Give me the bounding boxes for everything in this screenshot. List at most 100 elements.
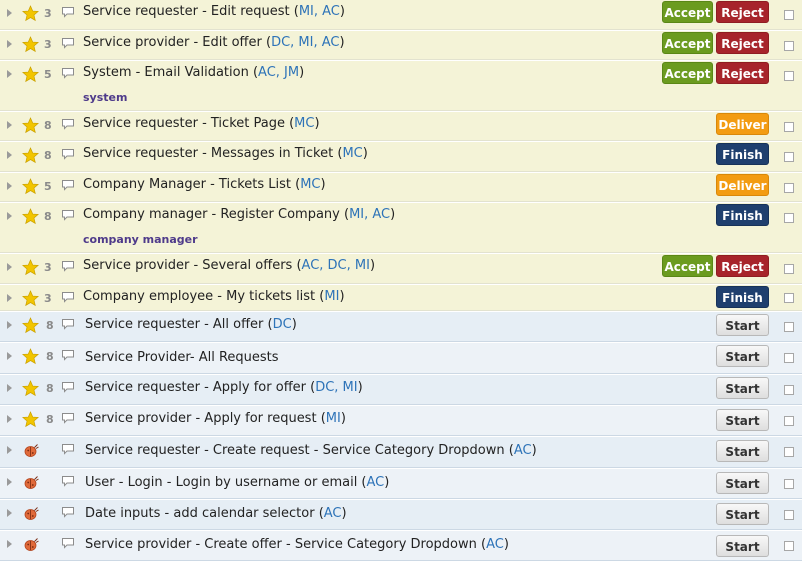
select-checkbox[interactable] xyxy=(784,353,794,363)
comment-icon[interactable] xyxy=(61,291,75,303)
story-row[interactable]: 5 System - Email Validation (AC, JM) sys… xyxy=(0,61,802,111)
story-label[interactable]: company manager xyxy=(83,233,198,246)
select-checkbox[interactable] xyxy=(784,510,794,520)
select-checkbox[interactable] xyxy=(784,293,794,303)
story-row[interactable]: 8 Service Provider- All Requests Start xyxy=(0,343,802,374)
story-title[interactable]: Service provider - Edit offer (DC, MI, A… xyxy=(83,35,345,50)
select-checkbox[interactable] xyxy=(784,416,794,426)
deliver-button[interactable]: Deliver xyxy=(716,174,769,196)
select-checkbox[interactable] xyxy=(784,541,794,551)
start-button[interactable]: Start xyxy=(716,314,769,336)
owner-tags[interactable]: DC, MI, AC xyxy=(271,35,339,50)
story-title[interactable]: Service provider - Apply for request (MI… xyxy=(85,411,346,426)
expand-arrow-icon[interactable] xyxy=(7,263,12,271)
story-row[interactable]: 3 Service requester - Edit request (MI, … xyxy=(0,0,802,30)
start-button[interactable]: Start xyxy=(716,472,769,494)
reject-button[interactable]: Reject xyxy=(716,32,769,54)
story-title[interactable]: Service requester - Create request - Ser… xyxy=(85,443,537,458)
select-checkbox[interactable] xyxy=(784,479,794,489)
owner-tags[interactable]: AC xyxy=(324,506,342,521)
comment-icon[interactable] xyxy=(61,537,75,549)
comment-icon[interactable] xyxy=(61,506,75,518)
comment-icon[interactable] xyxy=(61,349,75,361)
story-row[interactable]: 8 Service requester - Ticket Page (MC) D… xyxy=(0,112,802,141)
comment-icon[interactable] xyxy=(61,412,75,424)
story-title[interactable]: Service provider - Create offer - Servic… xyxy=(85,537,509,552)
story-row[interactable]: 3 Service provider - Edit offer (DC, MI,… xyxy=(0,31,802,60)
accept-button[interactable]: Accept xyxy=(662,255,713,277)
deliver-button[interactable]: Deliver xyxy=(716,113,769,135)
expand-arrow-icon[interactable] xyxy=(7,415,12,423)
story-title[interactable]: Service requester - Apply for offer (DC,… xyxy=(85,380,363,395)
story-row[interactable]: Date inputs - add calendar selector (AC)… xyxy=(0,500,802,530)
story-title[interactable]: Service requester - Messages in Ticket (… xyxy=(83,146,368,161)
expand-arrow-icon[interactable] xyxy=(7,9,12,17)
finish-button[interactable]: Finish xyxy=(716,204,769,226)
story-title[interactable]: Company Manager - Tickets List (MC) xyxy=(83,177,326,192)
reject-button[interactable]: Reject xyxy=(716,255,769,277)
finish-button[interactable]: Finish xyxy=(716,143,769,165)
expand-arrow-icon[interactable] xyxy=(7,294,12,302)
expand-arrow-icon[interactable] xyxy=(7,509,12,517)
select-checkbox[interactable] xyxy=(784,183,794,193)
start-button[interactable]: Start xyxy=(716,345,769,367)
story-title[interactable]: Service Provider- All Requests xyxy=(85,350,279,365)
story-title[interactable]: Service requester - Edit request (MI, AC… xyxy=(83,4,345,19)
expand-arrow-icon[interactable] xyxy=(7,70,12,78)
story-title[interactable]: Company employee - My tickets list (MI) xyxy=(83,289,345,304)
accept-button[interactable]: Accept xyxy=(662,62,713,84)
owner-tags[interactable]: MC xyxy=(294,116,314,131)
comment-icon[interactable] xyxy=(61,67,75,79)
expand-arrow-icon[interactable] xyxy=(7,478,12,486)
owner-tags[interactable]: MI, AC xyxy=(349,207,390,222)
owner-tags[interactable]: MC xyxy=(342,146,362,161)
start-button[interactable]: Start xyxy=(716,440,769,462)
finish-button[interactable]: Finish xyxy=(716,286,769,308)
story-title[interactable]: User - Login - Login by username or emai… xyxy=(85,475,389,490)
story-row[interactable]: 8 Service requester - Messages in Ticket… xyxy=(0,142,802,172)
comment-icon[interactable] xyxy=(61,148,75,160)
owner-tags[interactable]: AC xyxy=(367,475,385,490)
expand-arrow-icon[interactable] xyxy=(7,121,12,129)
comment-icon[interactable] xyxy=(61,37,75,49)
owner-tags[interactable]: DC, MI xyxy=(315,380,357,395)
start-button[interactable]: Start xyxy=(716,535,769,557)
reject-button[interactable]: Reject xyxy=(716,1,769,23)
select-checkbox[interactable] xyxy=(784,322,794,332)
story-title[interactable]: Company manager - Register Company (MI, … xyxy=(83,207,395,222)
story-row[interactable]: 5 Company Manager - Tickets List (MC) De… xyxy=(0,173,802,202)
select-checkbox[interactable] xyxy=(784,264,794,274)
select-checkbox[interactable] xyxy=(784,385,794,395)
owner-tags[interactable]: AC, DC, MI xyxy=(302,258,370,273)
expand-arrow-icon[interactable] xyxy=(7,212,12,220)
owner-tags[interactable]: AC, JM xyxy=(258,65,299,80)
story-title[interactable]: Service provider - Several offers (AC, D… xyxy=(83,258,375,273)
expand-arrow-icon[interactable] xyxy=(7,321,12,329)
story-title[interactable]: Service requester - Ticket Page (MC) xyxy=(83,116,320,131)
comment-icon[interactable] xyxy=(61,6,75,18)
select-checkbox[interactable] xyxy=(784,122,794,132)
expand-arrow-icon[interactable] xyxy=(7,40,12,48)
comment-icon[interactable] xyxy=(61,475,75,487)
expand-arrow-icon[interactable] xyxy=(7,151,12,159)
owner-tags[interactable]: MI, AC xyxy=(299,4,340,19)
start-button[interactable]: Start xyxy=(716,409,769,431)
story-row[interactable]: 8 Service requester - Apply for offer (D… xyxy=(0,375,802,405)
accept-button[interactable]: Accept xyxy=(662,32,713,54)
comment-icon[interactable] xyxy=(61,260,75,272)
story-title[interactable]: Service requester - All offer (DC) xyxy=(85,317,297,332)
reject-button[interactable]: Reject xyxy=(716,62,769,84)
owner-tags[interactable]: MI xyxy=(326,411,341,426)
expand-arrow-icon[interactable] xyxy=(7,446,12,454)
start-button[interactable]: Start xyxy=(716,503,769,525)
story-row[interactable]: 3 Company employee - My tickets list (MI… xyxy=(0,285,802,311)
select-checkbox[interactable] xyxy=(784,447,794,457)
story-title[interactable]: System - Email Validation (AC, JM) xyxy=(83,65,304,80)
select-checkbox[interactable] xyxy=(784,152,794,162)
comment-icon[interactable] xyxy=(61,209,75,221)
owner-tags[interactable]: MC xyxy=(300,177,320,192)
owner-tags[interactable]: MI xyxy=(324,289,339,304)
story-title[interactable]: Date inputs - add calendar selector (AC) xyxy=(85,506,347,521)
story-row[interactable]: User - Login - Login by username or emai… xyxy=(0,469,802,499)
select-checkbox[interactable] xyxy=(784,213,794,223)
